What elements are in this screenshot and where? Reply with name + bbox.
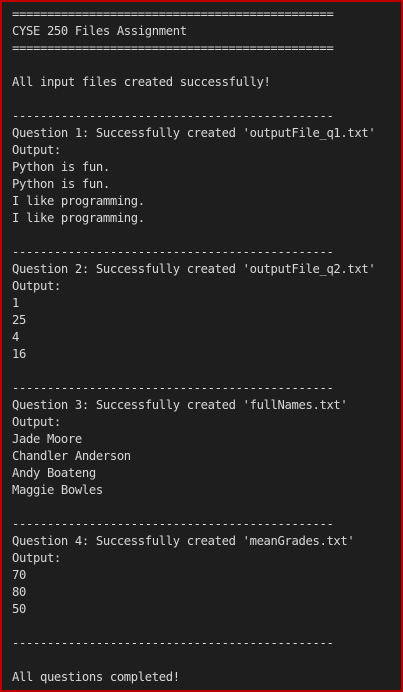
question-3-output-line: Andy Boateng	[12, 466, 96, 480]
header-rule-top: ========================================…	[12, 7, 334, 21]
question-1-output-line: Python is fun.	[12, 160, 110, 174]
question-4-output-line: 70	[12, 568, 26, 582]
footer-separator: ----------------------------------------…	[12, 636, 334, 650]
question-4-output-line: 80	[12, 585, 26, 599]
question-separator: ----------------------------------------…	[12, 517, 334, 531]
completion-message: All questions completed!	[12, 670, 180, 684]
question-4-output-line: 50	[12, 602, 26, 616]
question-2-output-line: 16	[12, 347, 26, 361]
question-separator: ----------------------------------------…	[12, 109, 334, 123]
question-3-output-line: Jade Moore	[12, 432, 82, 446]
question-2-output-line: 4	[12, 330, 19, 344]
question-1-output-line: I like programming.	[12, 211, 145, 225]
question-separator: ----------------------------------------…	[12, 381, 334, 395]
question-1-status: Question 1: Successfully created 'output…	[12, 126, 376, 140]
question-2-output-label: Output:	[12, 279, 61, 293]
question-2-status: Question 2: Successfully created 'output…	[12, 262, 376, 276]
question-4-status: Question 4: Successfully created 'meanGr…	[12, 534, 355, 548]
question-3-output-line: Maggie Bowles	[12, 483, 103, 497]
question-1-output-label: Output:	[12, 143, 61, 157]
header-rule-bottom: ========================================…	[12, 41, 334, 55]
intro-message: All input files created successfully!	[12, 75, 271, 89]
console-output: ========================================…	[2, 2, 401, 690]
question-2-output-line: 25	[12, 313, 26, 327]
question-1-output-line: I like programming.	[12, 194, 145, 208]
question-3-status: Question 3: Successfully created 'fullNa…	[12, 398, 348, 412]
question-2-output-line: 1	[12, 296, 19, 310]
assignment-title: CYSE 250 Files Assignment	[12, 24, 187, 38]
question-3-output-line: Chandler Anderson	[12, 449, 131, 463]
question-4-output-label: Output:	[12, 551, 61, 565]
question-1-output-line: Python is fun.	[12, 177, 110, 191]
question-separator: ----------------------------------------…	[12, 245, 334, 259]
question-3-output-label: Output:	[12, 415, 61, 429]
